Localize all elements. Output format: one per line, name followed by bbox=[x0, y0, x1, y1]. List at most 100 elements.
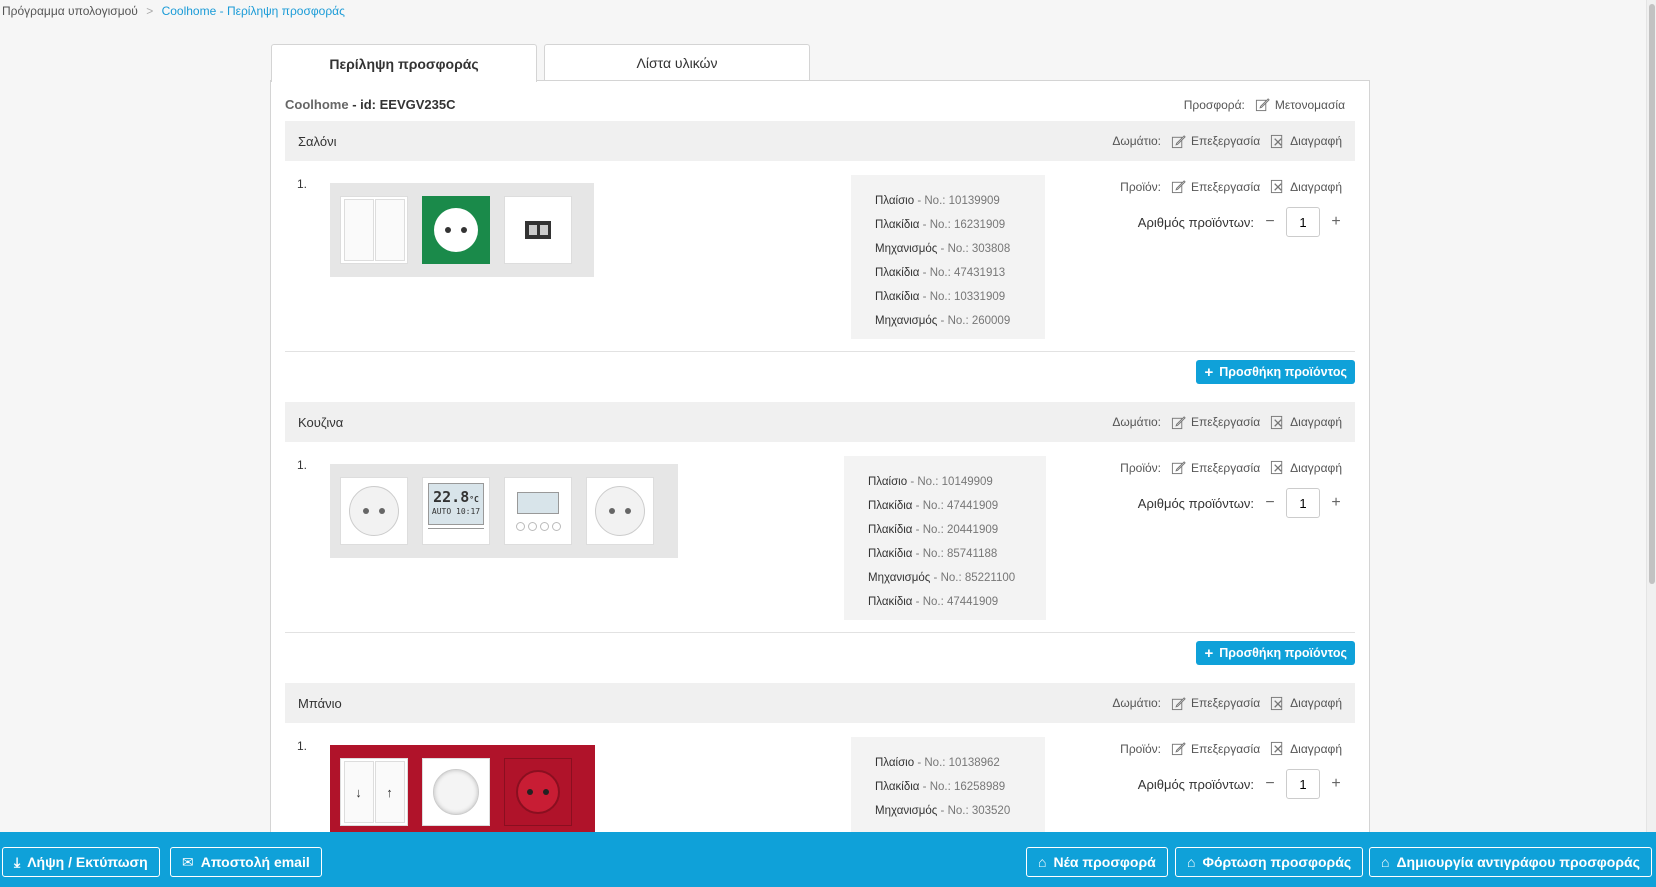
quantity-input[interactable] bbox=[1286, 488, 1320, 518]
rename-button[interactable]: Μετονομασία bbox=[1255, 97, 1345, 112]
edit-label: Επεξεργασία bbox=[1191, 415, 1261, 429]
product-index: 1. bbox=[297, 177, 308, 191]
breadcrumb-current[interactable]: Coolhome - Περίληψη προσφοράς bbox=[162, 4, 345, 18]
download-print-button[interactable]: ⤓ Λήψη / Εκτύπωση bbox=[2, 847, 160, 877]
decrement-button[interactable]: − bbox=[1264, 213, 1276, 231]
edit-label: Επεξεργασία bbox=[1191, 179, 1261, 194]
product-actions: Προϊόν: Επεξεργασία Διαγραφή bbox=[1120, 460, 1342, 475]
product-row: 1. Πλαίσιο - No.: 10139909 Πλακίδια - No… bbox=[285, 161, 1355, 351]
increment-button[interactable]: + bbox=[1330, 213, 1342, 231]
increment-button[interactable]: + bbox=[1330, 494, 1342, 512]
product-edit-button[interactable]: Επεξεργασία bbox=[1171, 460, 1260, 475]
add-product-button[interactable]: + Προσθήκη προϊόντος bbox=[1196, 360, 1355, 384]
delete-icon bbox=[1271, 696, 1283, 710]
product-row: 1. 22.8°C AUTO 10:17 Πλαίσιο - No.: 1014… bbox=[285, 442, 1355, 632]
thermostat-time: 10:17 bbox=[456, 507, 481, 516]
product-row: 1. ↓ ↑ Πλαίσιο - No.: 10138962 Πλακίδια … bbox=[285, 723, 1355, 839]
product-label: Προϊόν: bbox=[1120, 741, 1162, 756]
product-index: 1. bbox=[297, 458, 308, 472]
tab-bar: Περίληψη προσφοράς Λίστα υλικών bbox=[271, 44, 810, 82]
room-delete-button[interactable]: Διαγραφή bbox=[1270, 134, 1342, 149]
room-label: Δωμάτιο: bbox=[1112, 134, 1162, 148]
increment-button[interactable]: + bbox=[1330, 775, 1342, 793]
add-product-label: Προσθήκη προϊόντος bbox=[1219, 646, 1347, 660]
edit-icon bbox=[1171, 180, 1186, 194]
item-code-list: Πλαίσιο - No.: 10139909 Πλακίδια - No.: … bbox=[851, 175, 1045, 339]
add-product-label: Προσθήκη προϊόντος bbox=[1219, 365, 1347, 379]
room-edit-button[interactable]: Επεξεργασία bbox=[1171, 696, 1260, 711]
quantity-input[interactable] bbox=[1286, 207, 1320, 237]
delete-icon bbox=[1271, 741, 1283, 756]
quantity-label: Αριθμός προϊόντων: bbox=[1137, 776, 1254, 792]
edit-icon bbox=[1171, 134, 1186, 148]
offer-label: Προσφορά: bbox=[1183, 97, 1245, 112]
add-product-button[interactable]: + Προσθήκη προϊόντος bbox=[1196, 641, 1355, 665]
product-delete-button[interactable]: Διαγραφή bbox=[1270, 460, 1342, 475]
page-scrollbar[interactable] bbox=[1646, 0, 1656, 832]
plus-icon: + bbox=[1204, 363, 1214, 381]
item-code: Μηχανισμός - No.: 85221100 bbox=[868, 572, 1016, 584]
edit-label: Επεξεργασία bbox=[1191, 741, 1261, 756]
edit-icon bbox=[1255, 98, 1270, 112]
tab-materials[interactable]: Λίστα υλικών bbox=[544, 44, 810, 81]
plus-icon: + bbox=[1204, 644, 1214, 662]
quantity-stepper: Αριθμός προϊόντων: − + bbox=[1138, 488, 1342, 518]
socket-cover-module bbox=[586, 477, 654, 545]
product-edit-button[interactable]: Επεξεργασία bbox=[1171, 179, 1260, 194]
edit-label: Επεξεργασία bbox=[1191, 460, 1261, 475]
product-image[interactable]: ↓ ↑ bbox=[330, 745, 595, 839]
decrement-button[interactable]: − bbox=[1264, 494, 1276, 512]
load-offer-button[interactable]: ⌂ Φόρτωση προσφοράς bbox=[1175, 847, 1364, 877]
item-code: Πλαίσιο - No.: 10138962 bbox=[875, 757, 1000, 769]
delete-icon bbox=[1271, 134, 1283, 148]
product-label: Προϊόν: bbox=[1120, 460, 1162, 475]
room-name: Μπάνιο bbox=[298, 695, 342, 711]
product-delete-button[interactable]: Διαγραφή bbox=[1270, 179, 1342, 194]
item-code: Πλακίδια - No.: 85741188 bbox=[868, 548, 998, 560]
house-copy-icon: ⌂ bbox=[1381, 854, 1390, 870]
room-edit-button[interactable]: Επεξεργασία bbox=[1171, 134, 1260, 149]
item-code: Πλαίσιο - No.: 10139909 bbox=[875, 195, 1000, 207]
thermostat-temperature: 22.8 bbox=[433, 488, 470, 506]
red-socket-module bbox=[504, 758, 572, 826]
offer-brand: Coolhome bbox=[285, 97, 349, 112]
copy-offer-button[interactable]: ⌂ Δημιουργία αντιγράφου προσφοράς bbox=[1369, 847, 1652, 877]
quantity-label: Αριθμός προϊόντων: bbox=[1137, 495, 1254, 511]
delete-label: Διαγραφή bbox=[1290, 460, 1342, 475]
quantity-input[interactable] bbox=[1286, 769, 1320, 799]
load-offer-label: Φόρτωση προσφοράς bbox=[1202, 854, 1352, 870]
send-email-button[interactable]: ✉ Αποστολή email bbox=[170, 847, 322, 877]
room-label: Δωμάτιο: bbox=[1112, 696, 1162, 710]
product-delete-button[interactable]: Διαγραφή bbox=[1270, 741, 1342, 756]
copy-offer-label: Δημιουργία αντιγράφου προσφοράς bbox=[1396, 854, 1640, 870]
room-section: Σαλόνι Δωμάτιο: Επεξεργασία Διαγραφή 1. bbox=[285, 121, 1355, 400]
edit-icon bbox=[1171, 696, 1186, 710]
arrow-up-icon: ↑ bbox=[374, 761, 405, 823]
green-socket-module bbox=[422, 196, 490, 264]
product-image[interactable]: 22.8°C AUTO 10:17 bbox=[330, 464, 678, 558]
new-offer-button[interactable]: ⌂ Νέα προσφορά bbox=[1026, 847, 1168, 877]
tab-summary[interactable]: Περίληψη προσφοράς bbox=[271, 44, 537, 82]
offer-id: - id: EEVGV235C bbox=[352, 97, 456, 112]
delete-icon bbox=[1271, 179, 1283, 194]
quantity-stepper: Αριθμός προϊόντων: − + bbox=[1138, 207, 1342, 237]
scrollbar-thumb[interactable] bbox=[1649, 4, 1655, 584]
socket-cover-module bbox=[340, 477, 408, 545]
delete-label: Διαγραφή bbox=[1290, 696, 1342, 710]
item-code: Πλακίδια - No.: 47441909 bbox=[868, 500, 999, 512]
item-code: Μηχανισμός - No.: 303520 bbox=[875, 805, 1011, 817]
room-name: Σαλόνι bbox=[298, 133, 337, 149]
product-label: Προϊόν: bbox=[1120, 179, 1162, 194]
product-edit-button[interactable]: Επεξεργασία bbox=[1171, 741, 1260, 756]
decrement-button[interactable]: − bbox=[1264, 775, 1276, 793]
breadcrumb-root[interactable]: Πρόγραμμα υπολογισμού bbox=[2, 4, 138, 18]
rename-label: Μετονομασία bbox=[1274, 97, 1345, 112]
new-offer-label: Νέα προσφορά bbox=[1053, 854, 1156, 870]
download-label: Λήψη / Εκτύπωση bbox=[27, 854, 148, 870]
product-image[interactable] bbox=[330, 183, 594, 277]
blind-switch-module: ↓ ↑ bbox=[340, 758, 408, 826]
item-code: Πλακίδια - No.: 16258989 bbox=[875, 781, 1006, 793]
room-edit-button[interactable]: Επεξεργασία bbox=[1171, 415, 1260, 430]
room-delete-button[interactable]: Διαγραφή bbox=[1270, 696, 1342, 711]
room-delete-button[interactable]: Διαγραφή bbox=[1270, 415, 1342, 430]
